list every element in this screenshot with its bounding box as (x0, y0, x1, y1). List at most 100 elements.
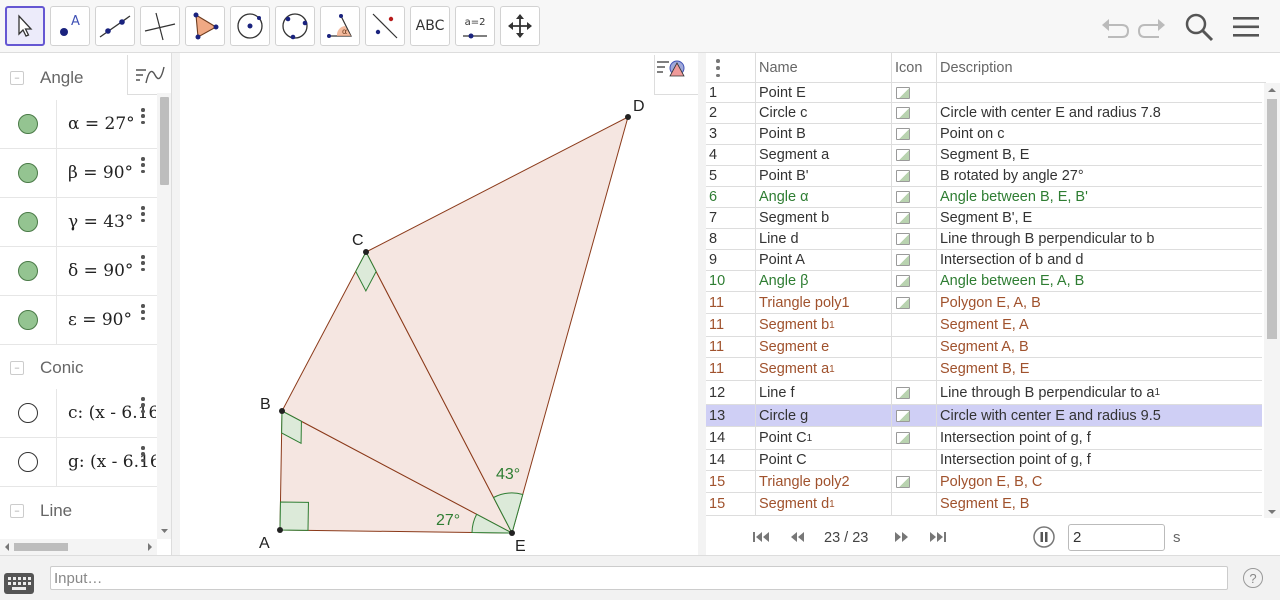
undo-button[interactable] (1097, 10, 1133, 44)
point-e[interactable] (509, 530, 515, 536)
group-header-conic[interactable]: – Conic (0, 345, 157, 390)
protocol-row[interactable]: 7 Segment b Segment B', E (706, 208, 1262, 229)
visibility-marble-icon[interactable] (18, 114, 38, 134)
protocol-row[interactable]: 15 Segment d 1 Segment E, B (706, 493, 1262, 516)
protocol-row[interactable]: 9 Point A Intersection of b and d (706, 250, 1262, 271)
next-step-button[interactable] (889, 525, 913, 549)
more-options-icon[interactable] (139, 106, 147, 126)
protocol-row[interactable]: 11 Segment a 1 Segment B, E (706, 358, 1262, 381)
protocol-row[interactable]: 13 Circle g Circle with center E and radiu… (706, 405, 1262, 427)
search-button[interactable] (1181, 10, 1217, 44)
row-icon-cell (891, 381, 936, 404)
point-c[interactable] (363, 249, 369, 255)
algebra-item-delta[interactable]: δ = 90° (0, 247, 157, 296)
algebra-style-button[interactable] (127, 55, 171, 95)
column-menu-icon[interactable] (714, 59, 722, 77)
protocol-vertical-scrollbar[interactable] (1264, 83, 1280, 518)
protocol-row[interactable]: 2 Circle c Circle with center E and radius… (706, 103, 1262, 124)
algebra-vertical-scrollbar[interactable] (157, 93, 172, 539)
visibility-marble-icon[interactable] (18, 452, 38, 472)
protocol-row[interactable]: 15 Triangle poly2 Polygon E, B, C (706, 471, 1262, 493)
slider-tool[interactable]: a=2 (455, 6, 495, 46)
more-options-icon[interactable] (139, 302, 147, 322)
visibility-marble-icon[interactable] (18, 163, 38, 183)
algebra-horizontal-scrollbar[interactable] (0, 539, 157, 555)
algebra-item-epsilon[interactable]: ε = 90° (0, 296, 157, 345)
help-icon[interactable]: ? (1243, 568, 1263, 588)
header-description[interactable]: Description (936, 53, 1266, 83)
visibility-marble-icon[interactable] (18, 261, 38, 281)
visibility-marble-icon[interactable] (18, 310, 38, 330)
protocol-row[interactable]: 6 Angle α Angle between B, E, B' (706, 187, 1262, 208)
polygon-tool[interactable] (185, 6, 225, 46)
algebra-item-gamma[interactable]: γ = 43° (0, 198, 157, 247)
more-options-icon[interactable] (139, 444, 147, 464)
line-tool[interactable] (95, 6, 135, 46)
scroll-right-arrow-icon[interactable] (146, 539, 154, 555)
algebra-item-alpha[interactable]: α = 27° (0, 100, 157, 149)
graphics-view[interactable]: A B C D E 27° 43° (181, 53, 698, 555)
protocol-row[interactable]: 8 Line d Line through B perpendicular to b (706, 229, 1262, 250)
scrollbar-thumb[interactable] (1267, 99, 1277, 339)
visibility-marble-icon[interactable] (18, 212, 38, 232)
row-name: Point E (755, 83, 891, 102)
main-menu-button[interactable] (1228, 10, 1264, 44)
scrollbar-thumb[interactable] (14, 543, 68, 551)
move-graphics-view-tool[interactable] (500, 6, 540, 46)
scroll-down-arrow-icon[interactable] (157, 527, 172, 535)
graphics-style-button[interactable] (654, 55, 698, 95)
scroll-up-arrow-icon[interactable] (1264, 85, 1280, 95)
previous-step-button[interactable] (786, 525, 810, 549)
algebra-item-beta[interactable]: β = 90° (0, 149, 157, 198)
protocol-row[interactable]: 11 Segment b 1 Segment E, A (706, 314, 1262, 337)
more-options-icon[interactable] (139, 395, 147, 415)
reflect-tool[interactable] (365, 6, 405, 46)
first-step-button[interactable] (750, 525, 774, 549)
speed-input[interactable] (1068, 524, 1165, 551)
protocol-row[interactable]: 11 Triangle poly1 Polygon E, A, B (706, 292, 1262, 314)
collapse-icon[interactable]: – (10, 360, 24, 375)
text-tool[interactable]: ABC (410, 6, 450, 46)
point-tool[interactable]: A (50, 6, 90, 46)
row-number: 11 (709, 361, 725, 377)
protocol-row[interactable]: 3 Point B Point on c (706, 124, 1262, 145)
collapse-icon[interactable]: – (10, 70, 24, 85)
protocol-row[interactable]: 14 Point C Intersection point of g, f (706, 450, 1262, 471)
point-a[interactable] (277, 527, 283, 533)
more-options-icon[interactable] (139, 155, 147, 175)
protocol-row[interactable]: 11 Segment e Segment A, B (706, 337, 1262, 358)
last-step-button[interactable] (925, 525, 949, 549)
view-splitter-left[interactable] (172, 53, 180, 555)
construction-canvas[interactable]: A B C D E 27° 43° (181, 53, 698, 555)
group-header-line[interactable]: – Line (0, 488, 157, 533)
algebra-item-circle-c[interactable]: c: (x - 6.16 (0, 389, 157, 438)
redo-button[interactable] (1134, 10, 1170, 44)
more-options-icon[interactable] (139, 253, 147, 273)
pause-button[interactable] (1032, 525, 1056, 549)
visibility-marble-icon[interactable] (18, 403, 38, 423)
circle-center-point-tool[interactable] (230, 6, 270, 46)
view-splitter-right[interactable] (698, 53, 706, 555)
circle-three-points-tool[interactable] (275, 6, 315, 46)
scrollbar-thumb[interactable] (160, 97, 169, 185)
header-name[interactable]: Name (755, 53, 891, 83)
algebra-item-circle-g[interactable]: g: (x - 6.16 (0, 438, 157, 487)
more-options-icon[interactable] (139, 204, 147, 224)
point-b[interactable] (279, 408, 285, 414)
keyboard-icon[interactable] (4, 573, 34, 594)
header-icon[interactable]: Icon (891, 53, 936, 83)
collapse-icon[interactable]: – (10, 503, 24, 518)
protocol-row[interactable]: 4 Segment a Segment B, E (706, 145, 1262, 166)
perpendicular-line-tool[interactable] (140, 6, 180, 46)
move-tool[interactable] (5, 6, 45, 46)
protocol-row[interactable]: 5 Point B' B rotated by angle 27° (706, 166, 1262, 187)
scroll-down-arrow-icon[interactable] (1264, 507, 1280, 517)
angle-tool[interactable]: α (320, 6, 360, 46)
point-d[interactable] (625, 114, 631, 120)
scroll-left-arrow-icon[interactable] (3, 539, 11, 555)
protocol-row[interactable]: 12 Line f Line through B perpendicular to … (706, 381, 1262, 405)
protocol-row[interactable]: 10 Angle β Angle between E, A, B (706, 271, 1262, 292)
protocol-row[interactable]: 1 Point E (706, 83, 1262, 103)
protocol-row[interactable]: 14 Point C 1 Intersection point of g, f (706, 427, 1262, 450)
algebra-input-field[interactable] (50, 566, 1228, 590)
